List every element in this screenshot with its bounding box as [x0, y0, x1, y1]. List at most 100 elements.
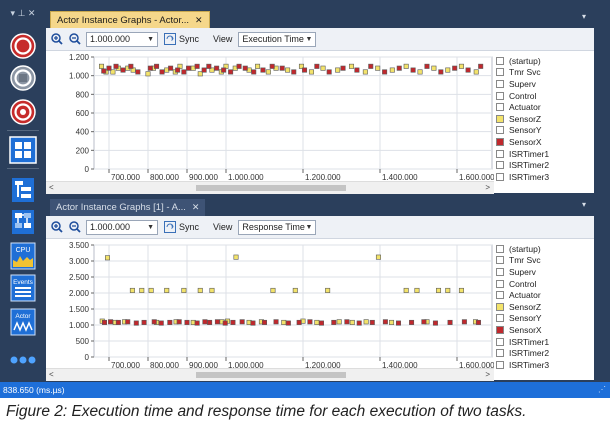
close-icon[interactable]: ✕ — [192, 202, 200, 212]
data-point-sensorx[interactable] — [285, 320, 291, 326]
resize-grip-icon[interactable]: ⋰ — [598, 382, 606, 398]
data-point-sensorz[interactable] — [98, 63, 104, 69]
view-select[interactable]: Execution Time ▼ — [238, 31, 317, 47]
legend-item[interactable]: Control — [496, 90, 594, 102]
data-point-sensorz[interactable] — [349, 63, 355, 69]
record-button[interactable] — [7, 30, 39, 62]
cpu-load-button[interactable]: CPU — [7, 240, 39, 272]
data-point-sensorz[interactable] — [389, 67, 395, 73]
zoom-out-icon[interactable] — [68, 220, 82, 234]
data-point-sensorx[interactable] — [128, 63, 134, 69]
data-point-sensorx[interactable] — [340, 65, 346, 71]
legend-item[interactable]: Superv — [496, 78, 594, 90]
data-point-sensorx[interactable] — [318, 320, 324, 326]
data-point-sensorx[interactable] — [465, 67, 471, 73]
view-select[interactable]: Response Time ▼ — [238, 219, 317, 235]
data-point-sensorx[interactable] — [120, 67, 126, 73]
data-point-sensorx[interactable] — [108, 319, 114, 325]
data-point-sensorx[interactable] — [262, 319, 268, 325]
legend-item[interactable]: Tmr Svc — [496, 67, 594, 79]
more-button[interactable] — [7, 344, 39, 376]
data-point-sensorx[interactable] — [228, 69, 234, 75]
data-point-sensorz[interactable] — [363, 319, 369, 325]
data-point-sensorz[interactable] — [164, 287, 170, 293]
data-point-sensorx[interactable] — [230, 319, 236, 325]
data-point-sensorx[interactable] — [222, 320, 228, 326]
data-point-sensorx[interactable] — [424, 63, 430, 69]
sync-toggle[interactable]: Sync — [164, 221, 199, 233]
data-point-sensorx[interactable] — [106, 65, 112, 71]
data-point-sensorx[interactable] — [438, 69, 444, 75]
data-point-sensorz[interactable] — [414, 287, 420, 293]
legend-item[interactable]: Actuator — [496, 101, 594, 113]
snapshot-button[interactable] — [7, 96, 39, 128]
data-point-sensorx[interactable] — [344, 319, 350, 325]
data-point-sensorx[interactable] — [273, 319, 279, 325]
execution-time-chart[interactable]: 1.200 1.000 800 600 400 200 0 700.000 800.000 900… — [46, 51, 494, 181]
legend-item[interactable]: Actuator — [496, 289, 594, 301]
data-point-sensorx[interactable] — [186, 65, 192, 71]
legend-item[interactable]: SensorY — [496, 125, 594, 137]
tab-actor-instance-graphs[interactable]: Actor Instance Graphs - Actor... ✕ — [50, 11, 210, 28]
data-point-sensorx[interactable] — [296, 319, 302, 325]
data-point-sensorx[interactable] — [382, 69, 388, 75]
legend-item[interactable]: SensorY — [496, 313, 594, 325]
data-point-sensorx[interactable] — [113, 63, 119, 69]
data-point-sensorx[interactable] — [141, 319, 147, 325]
scrollbar-thumb[interactable] — [196, 372, 346, 378]
close-icon[interactable]: ✕ — [195, 15, 203, 25]
data-point-sensorx[interactable] — [101, 319, 107, 325]
legend-item[interactable]: ISRTimer1 — [496, 148, 594, 160]
data-point-sensorx[interactable] — [184, 319, 190, 325]
data-point-sensorz[interactable] — [473, 69, 479, 75]
data-point-sensorx[interactable] — [154, 63, 160, 69]
data-point-sensorz[interactable] — [458, 287, 464, 293]
data-point-sensorx[interactable] — [207, 319, 213, 325]
legend-item[interactable]: Superv — [496, 266, 594, 278]
data-point-sensorx[interactable] — [354, 67, 360, 73]
data-point-sensorx[interactable] — [135, 69, 141, 75]
data-point-sensorz[interactable] — [145, 71, 151, 77]
zoom-out-icon[interactable] — [68, 32, 82, 46]
data-point-sensorx[interactable] — [151, 319, 157, 325]
data-point-sensorz[interactable] — [436, 287, 442, 293]
data-point-sensorz[interactable] — [285, 67, 291, 73]
zoom-in-icon[interactable] — [50, 32, 64, 46]
data-point-sensorx[interactable] — [475, 319, 481, 325]
horizontal-scrollbar[interactable]: < > — [46, 368, 494, 381]
data-point-sensorx[interactable] — [260, 67, 266, 73]
panel-menu-icon[interactable]: ▾ — [582, 12, 586, 21]
data-point-sensorz[interactable] — [431, 65, 437, 71]
data-point-sensorx[interactable] — [214, 65, 220, 71]
data-point-sensorx[interactable] — [236, 63, 242, 69]
data-point-sensorx[interactable] — [478, 63, 484, 69]
zoom-in-icon[interactable] — [50, 220, 64, 234]
data-point-sensorx[interactable] — [396, 65, 402, 71]
data-point-sensorx[interactable] — [202, 319, 208, 325]
data-point-sensorx[interactable] — [369, 319, 375, 325]
data-point-sensorx[interactable] — [382, 319, 388, 325]
data-point-sensorz[interactable] — [320, 65, 326, 71]
data-point-sensorx[interactable] — [395, 320, 401, 326]
data-point-sensorx[interactable] — [314, 63, 320, 69]
scroll-left-icon[interactable]: < — [49, 182, 54, 194]
data-point-sensorx[interactable] — [194, 320, 200, 326]
scroll-right-icon[interactable]: > — [485, 369, 490, 381]
data-point-sensorz[interactable] — [349, 319, 355, 325]
data-point-sensorx[interactable] — [168, 65, 174, 71]
data-point-sensorz[interactable] — [445, 67, 451, 73]
data-point-sensorx[interactable] — [175, 67, 181, 73]
toolbar-window-controls[interactable]: ▾ ⊥ ✕ — [0, 0, 46, 26]
legend-item[interactable]: ISRTimer3 — [496, 171, 594, 183]
data-point-sensorx[interactable] — [421, 319, 427, 325]
data-point-sensorx[interactable] — [194, 63, 200, 69]
data-point-sensorz[interactable] — [445, 287, 451, 293]
data-point-sensorx[interactable] — [101, 68, 107, 74]
legend-item[interactable]: ISRTimer2 — [496, 347, 594, 359]
legend-item[interactable]: ISRTimer2 — [496, 159, 594, 171]
data-point-sensorx[interactable] — [242, 65, 248, 71]
data-point-sensorz[interactable] — [270, 287, 276, 293]
legend-item[interactable]: Tmr Svc — [496, 255, 594, 267]
stop-button[interactable] — [7, 62, 39, 94]
data-point-sensorx[interactable] — [291, 69, 297, 75]
